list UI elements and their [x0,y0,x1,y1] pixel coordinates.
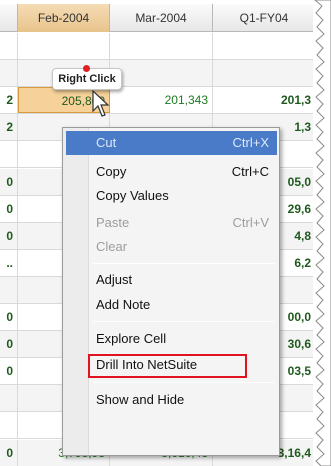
menu-item-clear[interactable]: Clear [66,235,277,259]
menu-item-add-note[interactable]: Add Note [66,293,277,317]
cell-q1-fy04[interactable] [213,33,315,59]
mouse-pointer-icon [92,90,110,117]
menu-separator [93,382,275,383]
row-header-cell[interactable] [0,60,18,87]
row-header-cell[interactable]: 0 [0,358,18,385]
row-header-cell[interactable] [0,33,18,60]
menu-item-label: Cut [96,135,117,150]
context-menu: Cut Ctrl+X Copy Ctrl+C Copy Values Paste Ctrl+… [62,127,280,456]
menu-item-shortcut: Ctrl+C [231,164,269,179]
column-header-q1-fy04[interactable]: Q1-FY04 [213,4,315,32]
cell-mar-2004[interactable] [110,60,213,87]
menu-item-label: Add Note [96,297,151,312]
row-header-cell[interactable]: .. [0,249,18,276]
menu-item-cut[interactable]: Cut Ctrl+X [66,131,277,155]
column-header-feb-2004[interactable]: Feb-2004 [18,4,110,32]
torn-edge [313,0,331,466]
row-header-cell[interactable] [0,141,18,168]
cell-feb-2004[interactable] [18,33,110,60]
row-header-corner [0,4,18,32]
row-header-cell[interactable]: 0 [0,222,18,249]
row-header-cell[interactable] [0,412,18,439]
menu-item-label: Drill Into NetSuite [96,357,198,372]
cell-mar-2004[interactable]: 201,343 [110,87,213,114]
menu-item-paste[interactable]: Paste Ctrl+V [66,211,277,235]
row-header-cell[interactable]: 0 [0,168,18,195]
menu-item-copy-values[interactable]: Copy Values [66,184,277,208]
menu-item-label: Show and Hide [96,392,185,407]
right-click-callout: Right Click [52,65,122,90]
menu-item-label: Paste [96,215,130,230]
row-header-cell[interactable]: 0 [0,195,18,222]
cell-q1-fy04[interactable]: 201,3 [213,87,315,113]
column-header-mar-2004[interactable]: Mar-2004 [110,4,213,32]
menu-item-show-and-hide[interactable]: Show and Hide [66,388,277,412]
table-row [0,33,315,61]
menu-item-label: Adjust [96,272,133,287]
menu-separator [93,321,275,322]
cell-mar-2004[interactable] [110,33,213,60]
cell-q1-fy04[interactable] [213,60,315,86]
menu-item-label: Explore Cell [96,331,167,346]
row-header-cell[interactable]: 2 [0,114,18,141]
menu-item-shortcut: Ctrl+X [232,135,269,150]
table-row: 2 205,800 201,343 201,3 [0,87,315,115]
row-header-cell[interactable]: 2 [0,87,18,114]
menu-separator [93,263,275,264]
red-pin-icon [83,65,90,72]
callout-label: Right Click [58,73,116,85]
menu-item-label: Copy Values [96,188,169,203]
menu-item-copy[interactable]: Copy Ctrl+C [66,160,277,184]
row-header-cell[interactable]: 0 [0,331,18,358]
menu-item-adjust[interactable]: Adjust [66,268,277,292]
table-row [0,60,315,88]
row-header-cell[interactable]: 0 [0,439,18,466]
menu-item-label: Copy [96,164,127,179]
column-header-row: Feb-2004 Mar-2004 Q1-FY04 [0,4,315,32]
row-header-cell[interactable]: 0 [0,304,18,331]
row-header-cell[interactable] [0,385,18,412]
menu-item-shortcut: Ctrl+V [232,215,269,230]
menu-item-explore-cell[interactable]: Explore Cell [66,327,277,351]
menu-item-drill-into-netsuite[interactable]: Drill Into NetSuite [66,353,277,378]
menu-item-label: Clear [96,239,128,254]
row-header-cell[interactable] [0,276,18,303]
